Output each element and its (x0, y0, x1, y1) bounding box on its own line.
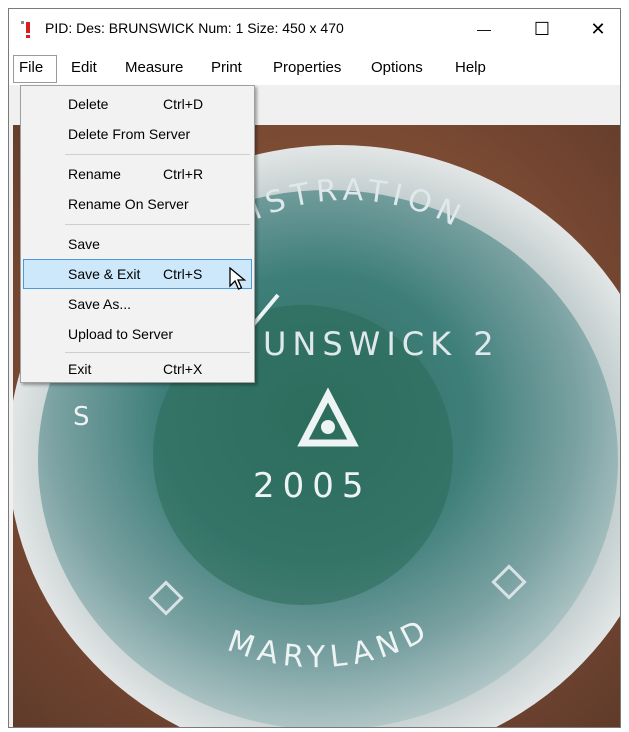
app-window: PID: Des: BRUNSWICK Num: 1 Size: 450 x 4… (8, 8, 621, 728)
close-icon: ✕ (590, 18, 606, 39)
menu-edit[interactable]: Edit (71, 59, 97, 76)
menu-item-save-label: Save (68, 236, 100, 252)
disk-station-text: UNSWICK 2 (263, 325, 500, 363)
menu-item-upload-to-server-label: Upload to Server (68, 326, 174, 342)
menu-separator (65, 352, 250, 353)
menu-item-exit-shortcut: Ctrl+X (163, 361, 203, 377)
disk-left-fragment: S (73, 402, 90, 432)
maximize-icon: ☐ (533, 18, 551, 39)
menu-item-delete-label: Delete (68, 96, 109, 112)
menu-item-save-as-label: Save As... (68, 296, 132, 312)
menu-item-save[interactable]: Save (23, 229, 252, 259)
menu-item-exit-label: Exit (68, 361, 92, 377)
menu-item-rename-on-server[interactable]: Rename On Server (23, 189, 252, 219)
app-icon (21, 21, 35, 38)
menu-item-save-as[interactable]: Save As... (23, 289, 252, 319)
menu-item-rename-shortcut: Ctrl+R (163, 166, 204, 182)
menu-item-save-exit-label: Save & Exit (68, 266, 141, 282)
maximize-button[interactable]: ☐ (519, 9, 565, 49)
menu-separator (65, 224, 250, 225)
menu-item-rename-on-server-label: Rename On Server (68, 196, 189, 212)
minimize-button[interactable]: — (461, 9, 507, 49)
window-title: PID: Des: BRUNSWICK Num: 1 Size: 450 x 4… (45, 20, 344, 36)
menu-separator (65, 154, 250, 155)
close-button[interactable]: ✕ (575, 9, 620, 49)
menu-item-save-exit[interactable]: Save & Exit Ctrl+S (23, 259, 252, 289)
menu-options[interactable]: Options (371, 59, 423, 76)
menu-help[interactable]: Help (455, 59, 486, 76)
menu-item-delete-from-server[interactable]: Delete From Server (23, 119, 252, 149)
menu-item-upload-to-server[interactable]: Upload to Server (23, 319, 252, 349)
menu-item-exit[interactable]: Exit Ctrl+X (23, 354, 252, 384)
minimize-icon: — (477, 21, 491, 37)
menu-item-save-exit-shortcut: Ctrl+S (163, 266, 203, 282)
title-bar[interactable]: PID: Des: BRUNSWICK Num: 1 Size: 450 x 4… (9, 9, 620, 49)
menu-item-rename-label: Rename (68, 166, 121, 182)
disk-year-text: 2005 (253, 466, 372, 506)
menu-print[interactable]: Print (211, 59, 242, 76)
menu-item-rename[interactable]: Rename Ctrl+R (23, 159, 252, 189)
menu-item-delete[interactable]: Delete Ctrl+D (23, 89, 252, 119)
menu-properties[interactable]: Properties (273, 59, 341, 76)
mouse-cursor-icon (229, 267, 247, 290)
menu-file[interactable]: File (19, 59, 43, 76)
menu-item-delete-shortcut: Ctrl+D (163, 96, 204, 112)
menu-measure[interactable]: Measure (125, 59, 183, 76)
file-menu-dropdown: Delete Ctrl+D Delete From Server Rename … (20, 85, 255, 383)
menu-item-delete-from-server-label: Delete From Server (68, 126, 191, 142)
